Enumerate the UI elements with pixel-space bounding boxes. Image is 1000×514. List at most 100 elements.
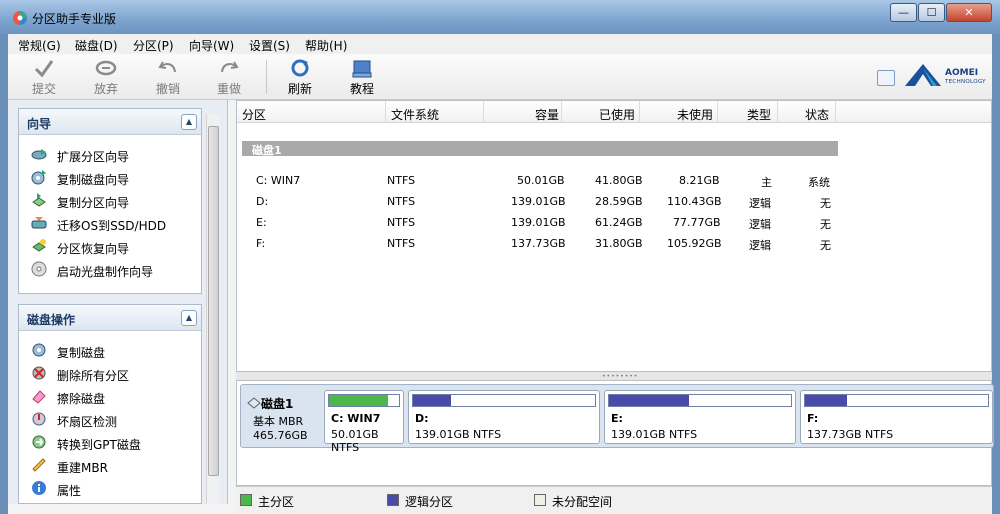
toolbar-separator: [266, 60, 267, 94]
checkmark-icon: [34, 60, 54, 78]
partition-block-d[interactable]: D: 139.01GB NTFS: [408, 390, 600, 444]
undo-button[interactable]: 撤销: [146, 58, 190, 97]
op-properties[interactable]: 属性: [19, 477, 201, 500]
tutorial-label: 教程: [349, 82, 374, 96]
cell-status: 无: [820, 239, 831, 252]
col-capacity[interactable]: 容量: [535, 106, 559, 123]
col-type[interactable]: 类型: [747, 106, 771, 123]
wizard-migrate-os[interactable]: 迁移OS到SSD/HDD: [19, 212, 201, 235]
col-status[interactable]: 状态: [805, 106, 829, 123]
copy-partition-icon: [32, 193, 46, 207]
op-bad-sector-check[interactable]: 坏扇区检测: [19, 408, 201, 431]
disk-ops-group-title: 磁盘操作: [27, 313, 76, 327]
usage-bar: [608, 394, 792, 407]
discard-button[interactable]: 放弃: [84, 58, 128, 97]
app-icon: [13, 11, 27, 25]
commit-button[interactable]: 提交: [22, 58, 66, 97]
cell-status: 无: [820, 218, 831, 231]
op-delete-all-partitions[interactable]: 删除所有分区: [19, 362, 201, 385]
cell-status: 无: [820, 197, 831, 210]
col-used[interactable]: 已使用: [599, 106, 635, 123]
disk-op-label: 属性: [57, 484, 82, 498]
menu-help[interactable]: 帮助(H): [305, 37, 347, 54]
disk-group-header[interactable]: 磁盘1: [242, 141, 838, 157]
cell-type: 逻辑: [749, 197, 771, 210]
aomei-logo-icon: [905, 64, 941, 86]
undo-label: 撤销: [155, 82, 180, 96]
eraser-icon: [32, 390, 46, 404]
op-copy-disk[interactable]: 复制磁盘: [19, 339, 201, 362]
cell-capacity: 50.01GB: [517, 174, 565, 187]
op-convert-gpt[interactable]: 转换到GPT磁盘: [19, 431, 201, 454]
wizard-extend-partition[interactable]: 扩展分区向导: [19, 143, 201, 166]
redo-icon: [221, 61, 239, 73]
redo-button[interactable]: 重做: [207, 58, 251, 97]
cell-fs: NTFS: [387, 195, 416, 208]
tutorial-button[interactable]: 教程: [340, 58, 384, 97]
wizard-copy-disk[interactable]: 复制磁盘向导: [19, 166, 201, 189]
partition-size: 139.01GB NTFS: [415, 428, 502, 441]
table-row[interactable]: E: NTFS 139.01GB 61.24GB 77.77GB 逻辑 无: [237, 213, 991, 234]
scroll-thumb[interactable]: [208, 126, 219, 476]
close-button[interactable]: ✕: [946, 3, 992, 22]
usage-bar: [804, 394, 989, 407]
delete-partitions-icon: [32, 366, 46, 380]
table-row[interactable]: D: NTFS 139.01GB 28.59GB 110.43GB 逻辑 无: [237, 192, 991, 213]
disk-icon: [247, 397, 261, 409]
wizard-copy-partition[interactable]: 复制分区向导: [19, 189, 201, 212]
wizard-partition-recovery[interactable]: 分区恢复向导: [19, 235, 201, 258]
minimize-button[interactable]: —: [890, 3, 917, 22]
menu-general[interactable]: 常规(G): [18, 37, 61, 54]
partition-block-f[interactable]: F: 137.73GB NTFS: [800, 390, 993, 444]
table-row[interactable]: C: WIN7 NTFS 50.01GB 41.80GB 8.21GB 主 系统: [237, 171, 991, 192]
convert-gpt-icon: [32, 435, 46, 449]
primary-swatch: [240, 494, 252, 506]
cell-fs: NTFS: [387, 174, 416, 187]
disk-op-label: 坏扇区检测: [57, 415, 118, 429]
wizard-item-label: 复制磁盘向导: [57, 173, 130, 187]
partition-size: 50.01GB NTFS: [331, 428, 379, 454]
menu-disk[interactable]: 磁盘(D): [75, 37, 118, 54]
op-wipe-disk[interactable]: 擦除磁盘: [19, 385, 201, 408]
refresh-icon: [291, 59, 309, 77]
cell-unused: 110.43GB: [667, 195, 722, 208]
left-pane-scrollbar[interactable]: [206, 114, 220, 504]
col-partition[interactable]: 分区: [242, 106, 266, 123]
disk-op-label: 转换到GPT磁盘: [57, 438, 141, 452]
col-unused[interactable]: 未使用: [677, 106, 713, 123]
cell-type: 逻辑: [749, 239, 771, 252]
refresh-button[interactable]: 刷新: [278, 58, 322, 97]
toolbar: 提交 放弃 撤销 重做 刷新 教程 AOMEI TECHNOLOGY: [8, 54, 992, 100]
disk-map: 磁盘1 基本 MBR 465.76GB C: WIN7 50.01GB NTFS…: [236, 380, 994, 486]
cell-capacity: 139.01GB: [511, 216, 566, 229]
partition-block-e[interactable]: E: 139.01GB NTFS: [604, 390, 796, 444]
discard-label: 放弃: [93, 82, 118, 96]
menu-settings[interactable]: 设置(S): [249, 37, 290, 54]
migrate-os-icon: [31, 217, 47, 229]
collapse-up-icon[interactable]: ▲: [181, 114, 197, 130]
partition-block-c[interactable]: C: WIN7 50.01GB NTFS: [324, 390, 404, 454]
tutorial-icon: [352, 60, 372, 78]
disk-row[interactable]: 磁盘1 基本 MBR 465.76GB C: WIN7 50.01GB NTFS…: [240, 384, 994, 454]
menu-wizard[interactable]: 向导(W): [189, 37, 234, 54]
rebuild-mbr-icon: [32, 458, 46, 472]
table-row[interactable]: F: NTFS 137.73GB 31.80GB 105.92GB 逻辑 无: [237, 234, 991, 255]
cell-capacity: 139.01GB: [511, 195, 566, 208]
maximize-button[interactable]: ☐: [918, 3, 945, 22]
checkbox-icon[interactable]: [877, 70, 895, 86]
col-filesystem[interactable]: 文件系统: [391, 106, 439, 123]
menu-partition[interactable]: 分区(P): [133, 37, 174, 54]
wizard-item-label: 分区恢复向导: [57, 242, 130, 256]
usage-fill: [329, 395, 388, 406]
disk-name: 磁盘1: [261, 397, 294, 411]
op-rebuild-mbr[interactable]: 重建MBR: [19, 454, 201, 477]
wizard-item-label: 启动光盘制作向导: [57, 265, 154, 279]
cell-partition: D:: [256, 195, 269, 208]
wizard-boot-cd[interactable]: 启动光盘制作向导: [19, 258, 201, 281]
pane-splitter[interactable]: ••••••••: [236, 372, 992, 380]
disk-op-label: 擦除磁盘: [57, 392, 106, 406]
boot-cd-icon: [31, 261, 47, 277]
usage-bar: [412, 394, 596, 407]
logical-swatch: [387, 494, 399, 506]
collapse-up-icon[interactable]: ▲: [181, 310, 197, 326]
